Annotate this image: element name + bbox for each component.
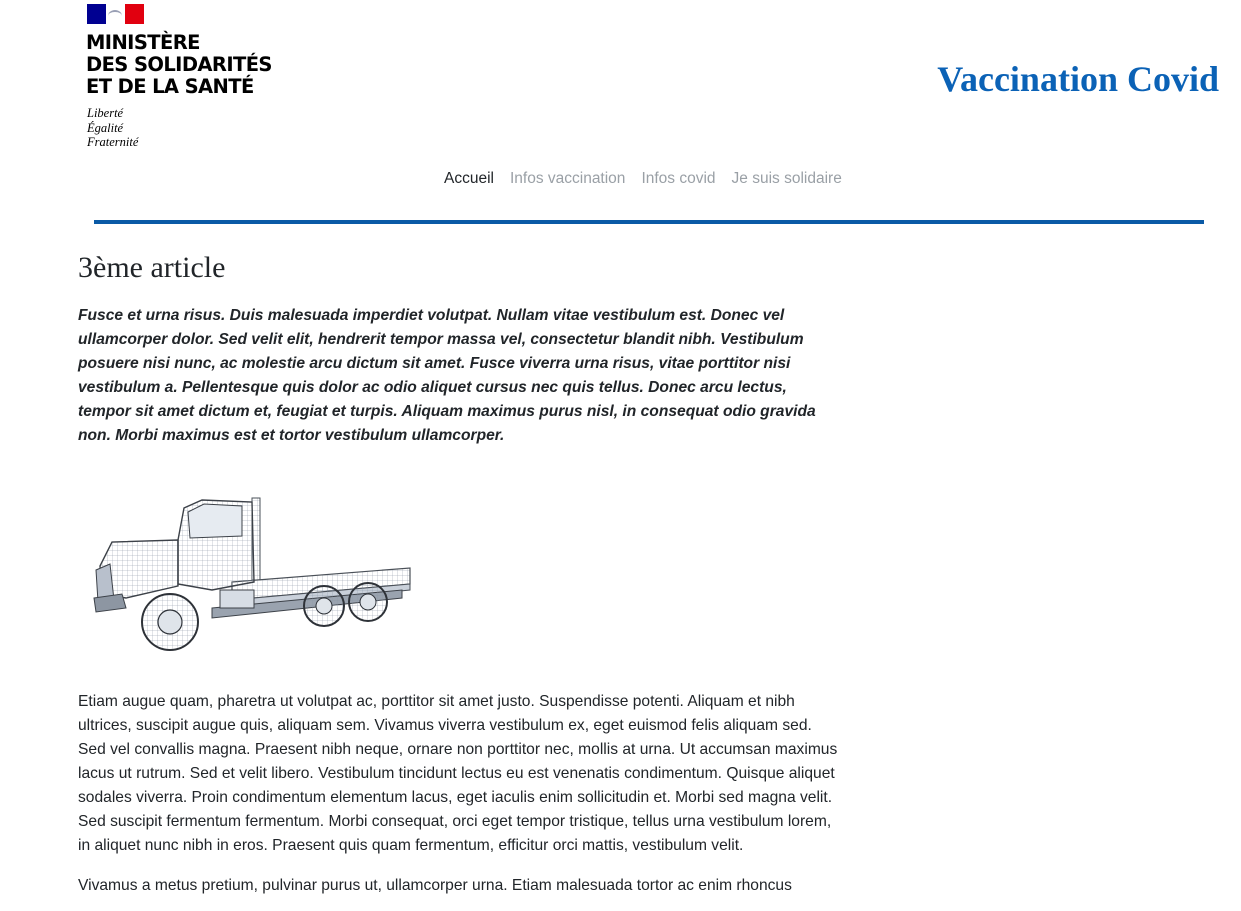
nav-item-je-suis-solidaire[interactable]: Je suis solidaire (724, 168, 850, 190)
nav-item-infos-vaccination[interactable]: Infos vaccination (502, 168, 633, 190)
ministry-line: DES SOLIDARITÉS (86, 53, 272, 76)
motto-line: Liberté (87, 106, 124, 120)
ministry-logo[interactable]: MINISTÈRE DES SOLIDARITÉS ET DE LA SANTÉ… (86, 4, 286, 149)
republic-motto: Liberté Égalité Fraternité (87, 106, 138, 150)
article-image (92, 490, 414, 660)
site-title[interactable]: Vaccination Covid (937, 57, 1219, 101)
motto-line: Fraternité (87, 135, 139, 149)
republique-francaise-flag-icon (87, 4, 144, 24)
article-title: 3ème article (78, 251, 226, 284)
article-paragraph: Vivamus a metus pretium, pulvinar purus … (78, 877, 792, 894)
ministry-line: MINISTÈRE (86, 31, 200, 54)
main-nav: Accueil Infos vaccination Infos covid Je… (436, 168, 850, 190)
nav-item-infos-covid[interactable]: Infos covid (633, 168, 723, 190)
nav-item-accueil[interactable]: Accueil (436, 168, 502, 190)
article: 3ème article Fusce et urna risus. Duis m… (78, 248, 840, 898)
article-lead: Fusce et urna risus. Duis malesuada impe… (78, 307, 816, 444)
motto-line: Égalité (87, 120, 124, 135)
article-paragraph: Etiam augue quam, pharetra ut volutpat a… (78, 693, 838, 854)
ministry-name: MINISTÈRE DES SOLIDARITÉS ET DE LA SANTÉ (86, 32, 272, 98)
ministry-line: ET DE LA SANTÉ (86, 75, 254, 98)
flatbed-truck-icon (93, 497, 411, 651)
header-divider (94, 220, 1204, 224)
